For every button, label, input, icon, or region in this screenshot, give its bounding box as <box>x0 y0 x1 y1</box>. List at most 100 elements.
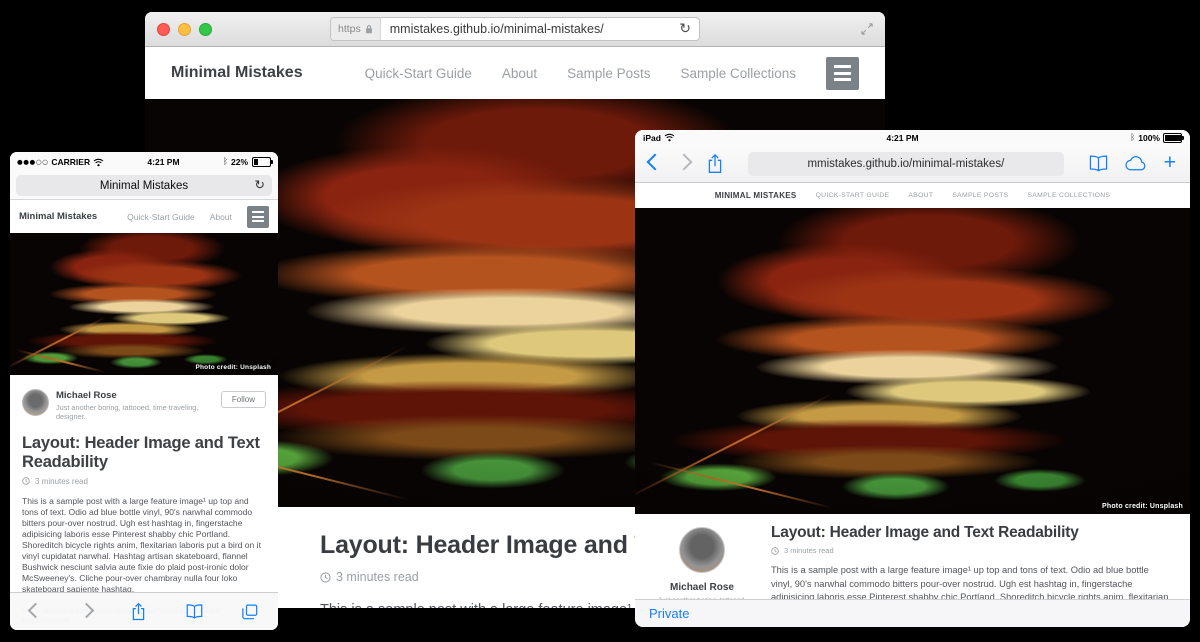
nav-link-quick-start[interactable]: Quick-Start Guide <box>816 192 890 199</box>
bookmarks-icon <box>1089 155 1108 172</box>
hamburger-icon <box>834 65 851 68</box>
ipad-address-bar[interactable]: mmistakes.github.io/minimal-mistakes/ <box>748 152 1064 176</box>
page-title: Minimal Mistakes <box>100 180 188 192</box>
avatar <box>679 527 725 573</box>
bookmarks-icon <box>186 604 203 619</box>
ipad-safari: iPad 4:21 PM ᛒ 100% mmistakes.github.io/… <box>635 130 1190 627</box>
browser-chrome-bar: https mmistakes.github.io/minimal-mistak… <box>145 12 885 47</box>
safari-toolbar <box>10 592 278 630</box>
nav-link-sample-collections[interactable]: Sample Collections <box>680 66 796 81</box>
reload-icon[interactable]: ↻ <box>679 22 699 36</box>
forward-button[interactable] <box>678 155 690 173</box>
wifi-icon <box>664 133 675 142</box>
address-bar[interactable]: https mmistakes.github.io/minimal-mistak… <box>330 17 700 41</box>
url-text: mmistakes.github.io/minimal-mistakes/ <box>807 158 1004 170</box>
post-title: Layout: Header Image and Text Readabilit… <box>22 434 266 472</box>
share-button[interactable] <box>707 153 723 174</box>
header-image: Photo credit: Unsplash <box>635 208 1190 514</box>
minimize-window-icon[interactable] <box>178 23 191 36</box>
back-button[interactable] <box>649 155 661 173</box>
reading-time: 3 minutes read <box>336 570 419 584</box>
ipad-status-bar: iPad 4:21 PM ᛒ 100% <box>635 130 1190 145</box>
iphone-article: Michael Rose Just another boring, tattoo… <box>10 375 278 625</box>
iphone-site-nav: Minimal Mistakes Quick-Start Guide About <box>10 200 278 233</box>
bookmarks-button[interactable] <box>186 604 203 619</box>
author-bio: Just another boring, tattooed, time trav… <box>56 403 221 421</box>
device-label: iPad <box>643 133 661 143</box>
iphone-address-bar[interactable]: Minimal Mistakes ↻ <box>16 175 272 196</box>
nav-link-quick-start[interactable]: Quick-Start Guide <box>365 66 472 81</box>
icloud-tabs-button[interactable] <box>1125 156 1147 171</box>
fullscreen-toggle-icon[interactable] <box>861 23 873 35</box>
status-time: 4:21 PM <box>104 157 223 167</box>
window-controls <box>157 23 212 36</box>
photo-credit: Photo credit: Unsplash <box>195 364 271 371</box>
nav-link-sample-collections[interactable]: Sample Collections <box>1027 192 1110 199</box>
https-badge: https <box>331 18 381 40</box>
clock-icon <box>22 477 30 485</box>
close-window-icon[interactable] <box>157 23 170 36</box>
url-text[interactable]: mmistakes.github.io/minimal-mistakes/ <box>381 22 680 36</box>
battery-icon <box>1163 133 1182 143</box>
author-row: Michael Rose Just another boring, tattoo… <box>22 389 266 421</box>
nav-link-quick-start[interactable]: Quick-Start Guide <box>127 212 195 222</box>
clock-icon <box>771 547 779 555</box>
share-icon <box>707 153 723 174</box>
desktop-site-nav: Minimal Mistakes Quick-Start Guide About… <box>145 47 885 99</box>
menu-button[interactable] <box>826 57 859 90</box>
back-button[interactable] <box>30 603 41 621</box>
bluetooth-icon: ᛒ <box>223 157 228 167</box>
share-icon <box>131 602 146 621</box>
cloud-icon <box>1125 156 1147 171</box>
battery-percent: 100% <box>1138 133 1160 143</box>
iphone-safari: ●●●○○ CARRIER 4:21 PM ᛒ 22% Minimal Mist… <box>10 152 278 630</box>
private-button[interactable]: Private <box>649 606 689 621</box>
tabs-icon <box>242 604 258 620</box>
carrier-label: CARRIER <box>51 157 90 167</box>
site-brand-link[interactable]: Minimal Mistakes <box>171 64 303 82</box>
clock-icon <box>320 572 331 583</box>
follow-button[interactable]: Follow <box>221 391 266 408</box>
post-title: Layout: Header Image and Text Readabilit… <box>771 524 1172 542</box>
forward-button[interactable] <box>81 603 92 621</box>
nav-link-about[interactable]: About <box>908 192 933 199</box>
private-browsing-bar: Private <box>635 599 1190 627</box>
nav-link-about[interactable]: About <box>502 66 537 81</box>
share-button[interactable] <box>131 602 146 621</box>
reading-time: 3 minutes read <box>784 546 834 555</box>
safari-toolbar: mmistakes.github.io/minimal-mistakes/ + <box>635 145 1190 183</box>
reload-icon[interactable]: ↻ <box>255 179 265 192</box>
post-meta: 3 minutes read <box>22 477 266 486</box>
site-brand-link[interactable]: Minimal Mistakes <box>19 211 97 222</box>
avatar <box>22 389 49 416</box>
leaf-stem <box>16 349 105 373</box>
menu-button[interactable] <box>247 206 269 228</box>
header-image: Photo credit: Unsplash <box>10 233 278 375</box>
leaf-stem <box>649 462 833 510</box>
ipad-site-nav: Minimal Mistakes Quick-Start Guide About… <box>635 183 1190 208</box>
nav-link-about[interactable]: About <box>210 212 232 222</box>
tabs-button[interactable] <box>242 604 258 620</box>
reading-time: 3 minutes read <box>35 477 88 486</box>
site-brand-link[interactable]: Minimal Mistakes <box>715 191 797 200</box>
lock-icon <box>365 24 373 34</box>
bookmarks-button[interactable] <box>1089 155 1108 172</box>
nav-link-sample-posts[interactable]: Sample Posts <box>952 192 1008 199</box>
wifi-icon <box>93 158 104 167</box>
composite-screenshot: { "site": { "brand": "Minimal Mistakes",… <box>0 0 1200 642</box>
hamburger-icon <box>252 211 264 213</box>
battery-percent: 22% <box>231 157 248 167</box>
new-tab-button[interactable]: + <box>1164 152 1176 173</box>
bluetooth-icon: ᛒ <box>1130 133 1135 143</box>
iphone-status-bar: ●●●○○ CARRIER 4:21 PM ᛒ 22% <box>10 152 278 172</box>
battery-icon <box>252 157 271 167</box>
nav-link-sample-posts[interactable]: Sample Posts <box>567 66 650 81</box>
author-name: Michael Rose <box>56 390 221 401</box>
iphone-url-row: Minimal Mistakes ↻ <box>10 172 278 200</box>
https-label: https <box>338 23 361 35</box>
author-name: Michael Rose <box>647 582 757 593</box>
zoom-window-icon[interactable] <box>199 23 212 36</box>
post-meta: 3 minutes read <box>771 546 1172 555</box>
status-time: 4:21 PM <box>675 133 1130 143</box>
post-body: This is a sample post with a large featu… <box>22 496 266 596</box>
